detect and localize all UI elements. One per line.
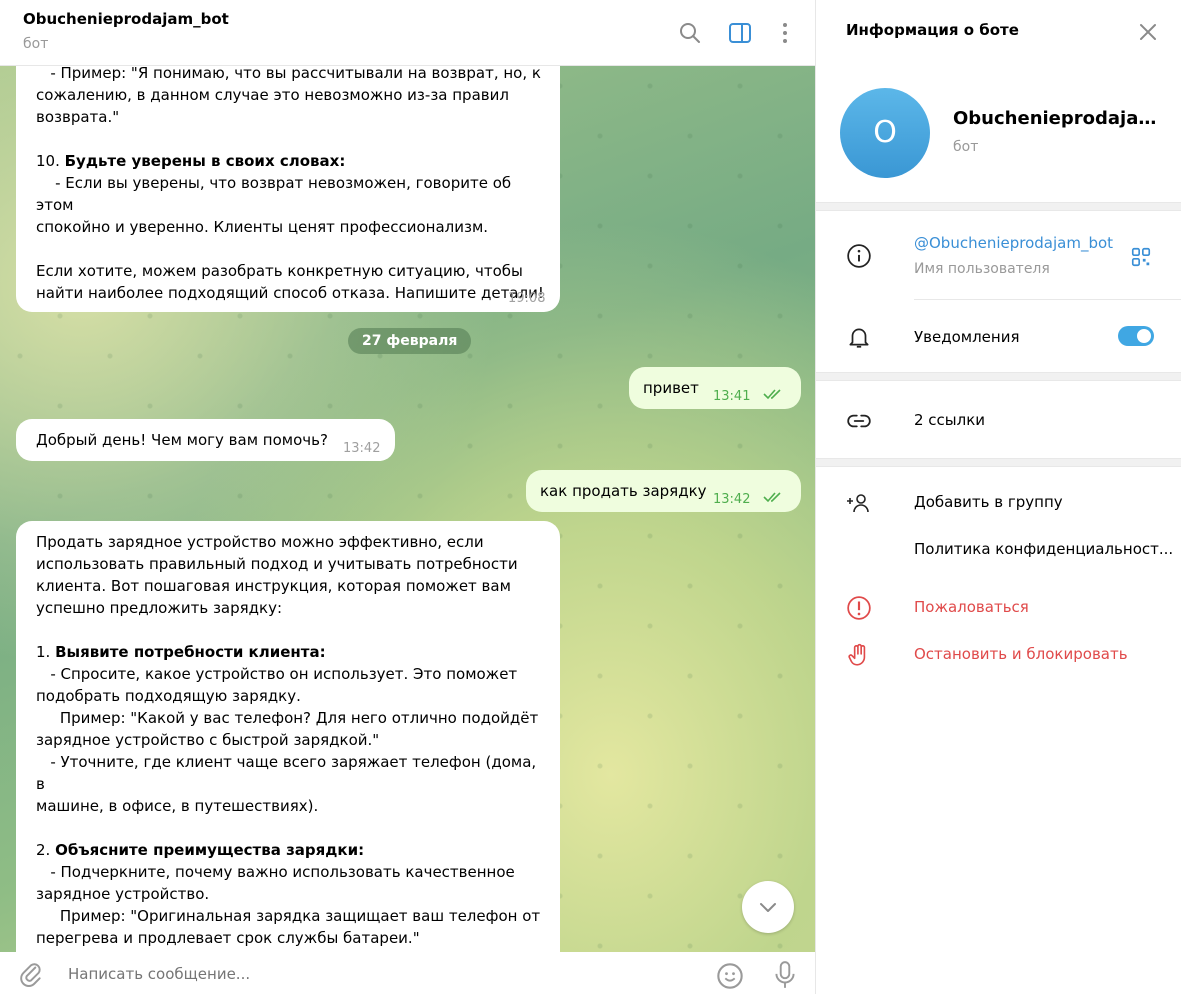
stop-hand-icon [848, 643, 866, 666]
message-line: 10. Будьте уверены в своих словах: [36, 152, 346, 170]
info-icon [847, 244, 871, 268]
message-line: - Пример: "Я понимаю, что вы рассчитывал… [36, 66, 541, 82]
microphone-icon[interactable] [772, 960, 798, 990]
outgoing-message[interactable]: привет 13:41 [629, 367, 801, 409]
message-line: спокойно и уверенно. Клиенты ценят профе… [36, 218, 489, 236]
username-label: Имя пользователя [914, 261, 1050, 277]
read-check-icon [763, 389, 781, 400]
add-user-icon [847, 494, 869, 513]
scroll-down-button[interactable] [742, 881, 794, 933]
message-line: перегрева и продлевает срок службы батар… [36, 929, 420, 947]
message-text: Добрый день! Чем могу вам помочь? [36, 431, 328, 449]
row-divider [914, 299, 1181, 300]
message-text: как продать зарядку [540, 482, 707, 500]
message-line: зарядное устройство с быстрой зарядкой." [36, 731, 380, 749]
message-time: 13:42 [343, 441, 381, 456]
notifications-label: Уведомления [914, 328, 1020, 346]
search-icon[interactable] [678, 21, 702, 45]
message-time: 13:41 [713, 389, 751, 404]
link-icon [847, 414, 871, 428]
incoming-message[interactable]: Продать зарядное устройство можно эффект… [16, 521, 560, 952]
section-divider [816, 202, 1181, 211]
read-check-icon [763, 492, 781, 503]
message-line: Продать зарядное устройство можно эффект… [36, 533, 484, 551]
chevron-down-icon [760, 903, 776, 912]
message-line: - Подчеркните, почему важно использовать… [36, 863, 515, 881]
more-menu-icon[interactable] [773, 21, 797, 45]
links-item[interactable]: 2 ссылки [914, 411, 985, 429]
chat-column: Obuchenieprodajam_bot бот - Пример: "Я п… [0, 0, 815, 994]
avatar[interactable]: O [840, 88, 930, 178]
username-link[interactable]: @Obuchenieprodajam_bot [914, 234, 1113, 252]
incoming-message[interactable]: Добрый день! Чем могу вам помочь? 13:42 [16, 419, 395, 461]
message-line: - Уточните, где клиент чаще всего заряжа… [36, 753, 541, 793]
add-to-group-button[interactable]: Добавить в группу [914, 493, 1063, 511]
message-line [36, 128, 546, 150]
message-line [36, 619, 546, 641]
chat-title[interactable]: Obuchenieprodajam_bot [23, 10, 229, 28]
message-line: - Спросите, какое устройство он использу… [36, 665, 518, 683]
message-line: 2. Объясните преимущества зарядки: [36, 841, 365, 859]
message-list[interactable]: - Пример: "Я понимаю, что вы рассчитывал… [0, 66, 815, 952]
message-line: сожалению, в данном случае это невозможн… [36, 86, 509, 104]
message-time: 19:08 [508, 291, 546, 306]
section-divider [816, 458, 1181, 467]
notifications-toggle[interactable] [1118, 326, 1154, 346]
incoming-message[interactable]: - Пример: "Я понимаю, что вы рассчитывал… [16, 66, 560, 312]
paperclip-icon[interactable] [18, 961, 44, 987]
date-separator: 27 февраля [348, 328, 472, 354]
sidebar-toggle-icon[interactable] [728, 21, 752, 45]
message-line: клиента. Вот пошаговая инструкция, котор… [36, 577, 511, 595]
privacy-policy-link[interactable]: Политика конфиденциальност... [914, 540, 1173, 558]
block-button[interactable]: Остановить и блокировать [914, 645, 1128, 663]
message-time: 13:42 [713, 492, 751, 507]
bot-name: Obuchenieprodajam_bot [953, 108, 1158, 129]
message-line [36, 817, 546, 839]
message-composer [0, 952, 815, 994]
message-line: зарядное устройство. [36, 885, 210, 903]
chat-header[interactable]: Obuchenieprodajam_bot бот [0, 0, 815, 66]
outgoing-message[interactable]: как продать зарядку 13:42 [526, 470, 801, 512]
message-line: Пример: "Оригинальная зарядка защищает в… [36, 907, 541, 925]
warning-icon [847, 596, 871, 620]
message-line: Пример: "Какой у вас телефон? Для него о… [36, 709, 539, 727]
message-text: - Пример: "Я понимаю, что вы рассчитывал… [36, 66, 546, 304]
message-line: - Если вы уверены, что возврат невозможе… [36, 174, 516, 214]
message-line: Если хотите, можем разобрать конкретную … [36, 262, 523, 280]
qr-code-icon[interactable] [1130, 246, 1152, 268]
chat-subtitle: бот [23, 36, 49, 52]
message-text: Продать зарядное устройство можно эффект… [36, 531, 546, 952]
message-line: успешно предложить зарядку: [36, 599, 283, 617]
bot-subtitle: бот [953, 139, 979, 155]
emoji-icon[interactable] [716, 962, 744, 990]
message-line: возврата." [36, 108, 120, 126]
message-line: использовать правильный подход и учитыва… [36, 555, 518, 573]
message-line: 1. Выявите потребности клиента: [36, 643, 326, 661]
report-button[interactable]: Пожаловаться [914, 598, 1029, 616]
message-line [36, 238, 546, 260]
message-line: машине, в офисе, в путешествиях). [36, 797, 319, 815]
panel-title: Информация о боте [846, 21, 1019, 39]
message-line: найти наиболее подходящий способ отказа.… [36, 284, 544, 302]
message-text: привет [643, 379, 699, 397]
close-icon[interactable] [1136, 20, 1160, 44]
bell-icon [849, 328, 869, 348]
section-divider [816, 372, 1181, 381]
message-input[interactable] [66, 964, 670, 984]
message-line: подобрать подходящую зарядку. [36, 687, 301, 705]
bot-info-panel: Информация о боте O Obuchenieprodajam_bo… [815, 0, 1181, 994]
